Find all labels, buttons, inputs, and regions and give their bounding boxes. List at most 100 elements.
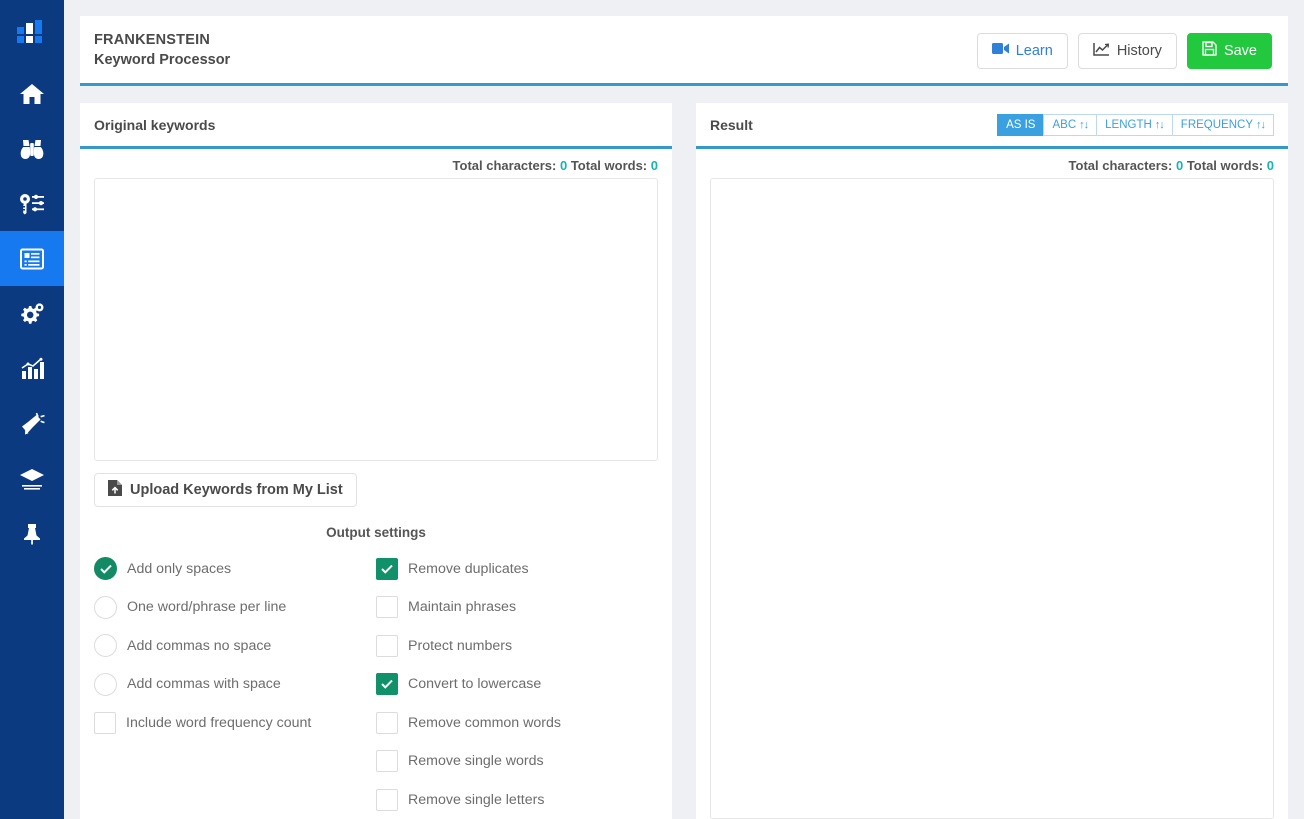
app-logo[interactable] (0, 0, 64, 66)
radio-one-word-per-line[interactable] (94, 595, 117, 619)
sidebar-item-keyword-processor[interactable] (0, 231, 64, 286)
radio-add-commas-no-space[interactable] (94, 634, 117, 658)
main-content: FRANKENSTEIN Keyword Processor Learn His… (64, 0, 1304, 819)
sort-button-group: AS IS ABC ↑↓ LENGTH ↑↓ FREQUENCY ↑↓ (997, 113, 1274, 136)
sort-label: AS IS (1006, 118, 1036, 131)
original-total-characters-value: 0 (559, 158, 568, 173)
sidebar-item-promotion[interactable] (0, 396, 64, 451)
sort-arrows-icon: ↑↓ (1154, 118, 1165, 131)
radio-add-commas-with-space[interactable] (94, 672, 117, 696)
original-panel-title: Original keywords (94, 116, 216, 133)
sort-abc-button[interactable]: ABC ↑↓ (1043, 113, 1097, 136)
check-icon (381, 680, 393, 689)
option-remove-single-words[interactable]: Remove single words (376, 742, 658, 781)
checkbox-maintain-phrases[interactable] (376, 596, 398, 619)
result-panel-body: Total characters: 0 Total words: 0 (696, 149, 1288, 819)
file-upload-icon (108, 479, 122, 500)
output-settings-left-column: Add only spaces One word/phrase per line… (94, 550, 376, 819)
learn-button-label: Learn (1015, 42, 1053, 59)
option-label: One word/phrase per line (127, 599, 287, 616)
result-counts: Total characters: 0 Total words: 0 (710, 159, 1274, 172)
option-maintain-phrases[interactable]: Maintain phrases (376, 588, 658, 627)
page-title: FRANKENSTEIN Keyword Processor (94, 31, 230, 70)
option-protect-numbers[interactable]: Protect numbers (376, 627, 658, 666)
project-name: FRANKENSTEIN (94, 31, 210, 48)
sort-arrows-icon: ↑↓ (1079, 118, 1089, 131)
checkbox-remove-single-letters[interactable] (376, 788, 398, 811)
learn-button[interactable]: Learn (976, 32, 1068, 69)
result-panel-title: Result (710, 116, 753, 133)
result-total-characters-label: Total characters: (1068, 158, 1173, 173)
option-label: Protect numbers (408, 637, 513, 654)
option-remove-common-words[interactable]: Remove common words (376, 704, 658, 743)
option-add-only-spaces[interactable]: Add only spaces (94, 550, 376, 589)
sort-label: FREQUENCY (1180, 118, 1253, 131)
radio-add-only-spaces[interactable] (94, 557, 117, 581)
sort-frequency-button[interactable]: FREQUENCY ↑↓ (1171, 113, 1274, 136)
checkbox-remove-common-words[interactable] (376, 711, 398, 734)
sort-label: LENGTH (1105, 118, 1152, 131)
sort-arrows-icon: ↑↓ (1256, 118, 1266, 131)
key-settings-icon (20, 193, 44, 214)
home-icon (20, 83, 44, 104)
sidebar-item-learning[interactable] (0, 451, 64, 506)
sidebar-item-tools[interactable] (0, 286, 64, 341)
option-add-commas-with-space[interactable]: Add commas with space (94, 665, 376, 704)
save-button-label: Save (1223, 42, 1257, 59)
bar-chart-logo-icon (17, 20, 42, 43)
sidebar-item-research[interactable] (0, 121, 64, 176)
sidebar-item-home[interactable] (0, 66, 64, 121)
document-list-icon (20, 248, 44, 269)
option-label: Remove duplicates (408, 560, 529, 577)
original-total-words-label: Total words: (570, 158, 648, 173)
history-button-label: History (1116, 42, 1162, 59)
sidebar-item-keywords[interactable] (0, 176, 64, 231)
checkbox-remove-duplicates[interactable] (376, 557, 398, 580)
pushpin-icon (24, 523, 40, 544)
result-total-characters-value: 0 (1175, 158, 1184, 173)
upload-keywords-label: Upload Keywords from My List (130, 481, 343, 498)
chart-bars-icon (21, 357, 44, 379)
graduation-cap-icon (20, 468, 44, 490)
history-button[interactable]: History (1077, 32, 1177, 69)
header-actions: Learn History Save (976, 32, 1272, 69)
floppy-disk-icon (1202, 41, 1217, 60)
result-panel: Result AS IS ABC ↑↓ LENGTH ↑↓ FREQUENCY … (696, 103, 1288, 819)
option-label: Add commas no space (127, 637, 272, 654)
checkbox-protect-numbers[interactable] (376, 634, 398, 657)
option-label: Add commas with space (127, 676, 281, 693)
option-label: Add only spaces (127, 560, 232, 577)
sort-length-button[interactable]: LENGTH ↑↓ (1096, 113, 1172, 136)
app-root: FRANKENSTEIN Keyword Processor Learn His… (0, 0, 1304, 819)
result-total-words-value: 0 (1266, 158, 1274, 173)
output-settings-right-column: Remove duplicates Maintain phrases Prote… (376, 550, 658, 819)
original-panel-header: Original keywords (80, 103, 672, 149)
option-include-word-frequency-count[interactable]: Include word frequency count (94, 704, 376, 743)
upload-row: Upload Keywords from My List (94, 472, 658, 507)
sort-as-is-button[interactable]: AS IS (997, 113, 1044, 136)
megaphone-icon (22, 412, 45, 434)
sidebar-item-pinned[interactable] (0, 506, 64, 561)
output-settings-title: Output settings (326, 524, 426, 540)
checkbox-include-word-frequency-count[interactable] (94, 711, 116, 734)
checkbox-convert-to-lowercase[interactable] (376, 673, 398, 696)
save-button[interactable]: Save (1186, 32, 1272, 69)
option-remove-single-letters[interactable]: Remove single letters (376, 781, 658, 819)
panels-row: Original keywords Total characters: 0 To… (80, 103, 1288, 819)
option-convert-to-lowercase[interactable]: Convert to lowercase (376, 665, 658, 704)
option-add-commas-no-space[interactable]: Add commas no space (94, 627, 376, 666)
original-panel-body: Total characters: 0 Total words: 0 Uploa… (80, 149, 672, 819)
sidebar-item-analytics[interactable] (0, 341, 64, 396)
checkbox-remove-single-words[interactable] (376, 750, 398, 773)
original-total-characters-label: Total characters: (452, 158, 557, 173)
option-label: Convert to lowercase (408, 676, 542, 693)
option-label: Maintain phrases (408, 599, 517, 616)
option-remove-duplicates[interactable]: Remove duplicates (376, 550, 658, 589)
original-keywords-panel: Original keywords Total characters: 0 To… (80, 103, 672, 819)
option-one-word-per-line[interactable]: One word/phrase per line (94, 588, 376, 627)
original-total-words-value: 0 (650, 158, 658, 173)
option-label: Remove common words (408, 714, 561, 731)
upload-keywords-button[interactable]: Upload Keywords from My List (94, 472, 357, 507)
result-output[interactable] (710, 178, 1274, 819)
original-keywords-input[interactable] (94, 178, 658, 461)
